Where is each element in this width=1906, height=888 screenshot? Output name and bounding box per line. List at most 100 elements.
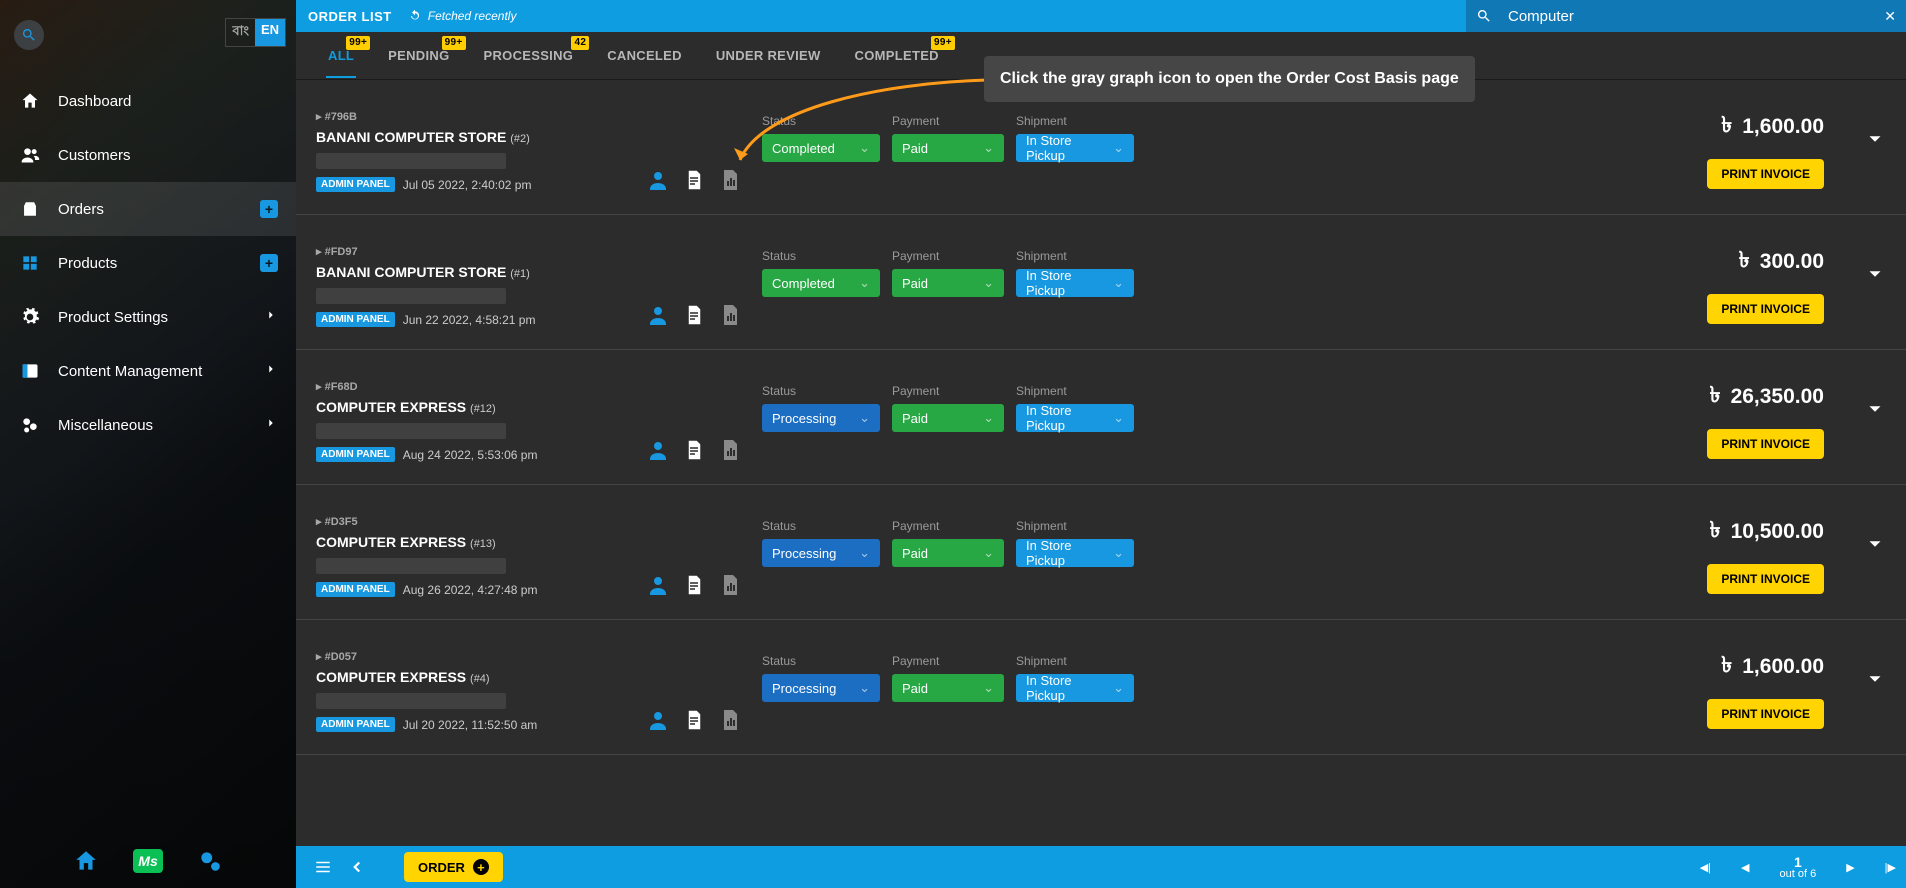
sidebar-item-label: Products xyxy=(58,255,117,272)
ms-badge[interactable]: Ms xyxy=(135,848,161,874)
print-invoice-button[interactable]: PRINT INVOICE xyxy=(1707,159,1824,189)
status-select[interactable]: Processing⌄ xyxy=(762,674,880,702)
payment-select[interactable]: Paid⌄ xyxy=(892,404,1004,432)
tab-under-review[interactable]: UNDER REVIEW xyxy=(714,34,823,77)
language-switcher[interactable]: বাং EN xyxy=(225,18,286,47)
badge: 99+ xyxy=(931,36,955,50)
shipment-select[interactable]: In Store Pickup⌄ xyxy=(1016,539,1134,567)
chart-icon[interactable] xyxy=(718,573,742,597)
tab-all[interactable]: ALL99+ xyxy=(326,34,356,77)
status-select[interactable]: Completed⌄ xyxy=(762,269,880,297)
print-invoice-button[interactable]: PRINT INVOICE xyxy=(1707,294,1824,324)
status-select[interactable]: Processing⌄ xyxy=(762,539,880,567)
payment-header: Payment xyxy=(892,384,1004,398)
tab-completed[interactable]: COMPLETED99+ xyxy=(853,34,941,77)
expand-row[interactable] xyxy=(1864,513,1886,560)
expand-row[interactable] xyxy=(1864,648,1886,695)
sidebar-item-orders[interactable]: Orders + xyxy=(0,182,296,236)
customer-icon[interactable] xyxy=(646,168,670,192)
new-order-button[interactable]: ORDER + xyxy=(404,852,503,882)
refresh-label: Fetched recently xyxy=(428,9,517,23)
shipment-select[interactable]: In Store Pickup⌄ xyxy=(1016,674,1134,702)
badge: 99+ xyxy=(346,36,370,50)
add-order-icon[interactable]: + xyxy=(260,200,278,218)
order-id: ▸ #F68D xyxy=(316,380,626,393)
payment-select[interactable]: Paid⌄ xyxy=(892,539,1004,567)
lang-bn[interactable]: বাং xyxy=(226,19,255,46)
clear-search-icon[interactable]: ✕ xyxy=(1884,8,1896,25)
invoice-icon[interactable] xyxy=(682,573,706,597)
invoice-icon[interactable] xyxy=(682,708,706,732)
sidebar-item-product-settings[interactable]: Product Settings xyxy=(0,290,296,344)
order-date: Jun 22 2022, 4:58:21 pm xyxy=(403,313,536,327)
page-last[interactable]: |▶ xyxy=(1885,861,1896,874)
tab-canceled[interactable]: CANCELED xyxy=(605,34,684,77)
page-next[interactable]: ▶ xyxy=(1846,861,1854,874)
home-shortcut[interactable] xyxy=(73,848,99,874)
print-invoice-button[interactable]: PRINT INVOICE xyxy=(1707,699,1824,729)
expand-row[interactable] xyxy=(1864,243,1886,290)
products-icon xyxy=(20,253,40,273)
customer-icon[interactable] xyxy=(646,303,670,327)
sidebar-item-label: Product Settings xyxy=(58,309,168,326)
refresh-status[interactable]: Fetched recently xyxy=(408,9,517,23)
search-box[interactable]: ✕ xyxy=(1466,0,1906,32)
customer-icon[interactable] xyxy=(646,573,670,597)
customer-icon[interactable] xyxy=(646,438,670,462)
page-prev[interactable]: ◀ xyxy=(1741,861,1749,874)
print-invoice-button[interactable]: PRINT INVOICE xyxy=(1707,564,1824,594)
misc-icon xyxy=(20,415,40,435)
sidebar-item-misc[interactable]: Miscellaneous xyxy=(0,398,296,452)
sidebar-item-label: Content Management xyxy=(58,363,202,380)
chevron-right-icon xyxy=(264,362,278,381)
tab-processing[interactable]: PROCESSING42 xyxy=(482,34,576,77)
tab-pending[interactable]: PENDING99+ xyxy=(386,34,451,77)
menu-button[interactable] xyxy=(306,858,340,876)
sidebar-item-dashboard[interactable]: Dashboard xyxy=(0,74,296,128)
shipment-select[interactable]: In Store Pickup⌄ xyxy=(1016,134,1134,162)
payment-select[interactable]: Paid⌄ xyxy=(892,269,1004,297)
shipment-select[interactable]: In Store Pickup⌄ xyxy=(1016,269,1134,297)
chart-icon[interactable] xyxy=(718,168,742,192)
customer-icon[interactable] xyxy=(646,708,670,732)
settings-shortcut[interactable] xyxy=(197,848,223,874)
back-button[interactable] xyxy=(340,858,374,876)
chart-icon[interactable] xyxy=(718,708,742,732)
order-date: Aug 26 2022, 4:27:48 pm xyxy=(403,583,538,597)
status-select[interactable]: Processing⌄ xyxy=(762,404,880,432)
status-select[interactable]: Completed⌄ xyxy=(762,134,880,162)
add-product-icon[interactable]: + xyxy=(260,254,278,272)
print-invoice-button[interactable]: PRINT INVOICE xyxy=(1707,429,1824,459)
payment-select[interactable]: Paid⌄ xyxy=(892,674,1004,702)
order-row: ▸ #D057 COMPUTER EXPRESS (#4) ADMIN PANE… xyxy=(296,620,1906,755)
page-title: ORDER LIST xyxy=(308,9,392,24)
sidebar-search-button[interactable] xyxy=(14,20,44,50)
sidebar-item-content[interactable]: Content Management xyxy=(0,344,296,398)
search-icon xyxy=(21,27,37,43)
sidebar-item-products[interactable]: Products + xyxy=(0,236,296,290)
orders-icon xyxy=(20,199,40,219)
payment-select[interactable]: Paid⌄ xyxy=(892,134,1004,162)
invoice-icon[interactable] xyxy=(682,168,706,192)
badge: 42 xyxy=(571,36,589,50)
placeholder-bar xyxy=(316,693,506,709)
page-first[interactable]: ◀| xyxy=(1700,861,1711,874)
order-date: Jul 20 2022, 11:52:50 am xyxy=(403,718,538,732)
sidebar-item-customers[interactable]: Customers xyxy=(0,128,296,182)
store-name: COMPUTER EXPRESS (#13) xyxy=(316,534,626,550)
invoice-icon[interactable] xyxy=(682,303,706,327)
store-name: BANANI COMPUTER STORE (#2) xyxy=(316,129,626,145)
expand-row[interactable] xyxy=(1864,378,1886,425)
chart-icon[interactable] xyxy=(718,303,742,327)
plus-icon: + xyxy=(473,859,489,875)
order-amount: ৳1,600.00 xyxy=(1707,108,1824,145)
order-id: ▸ #FD97 xyxy=(316,245,626,258)
bottom-bar: ORDER + ◀| ◀ 1 out of 6 ▶ |▶ xyxy=(296,846,1906,888)
expand-row[interactable] xyxy=(1864,108,1886,155)
shipment-select[interactable]: In Store Pickup⌄ xyxy=(1016,404,1134,432)
lang-en[interactable]: EN xyxy=(255,19,285,46)
shipment-header: Shipment xyxy=(1016,654,1134,668)
search-input[interactable] xyxy=(1508,8,1884,25)
chart-icon[interactable] xyxy=(718,438,742,462)
invoice-icon[interactable] xyxy=(682,438,706,462)
